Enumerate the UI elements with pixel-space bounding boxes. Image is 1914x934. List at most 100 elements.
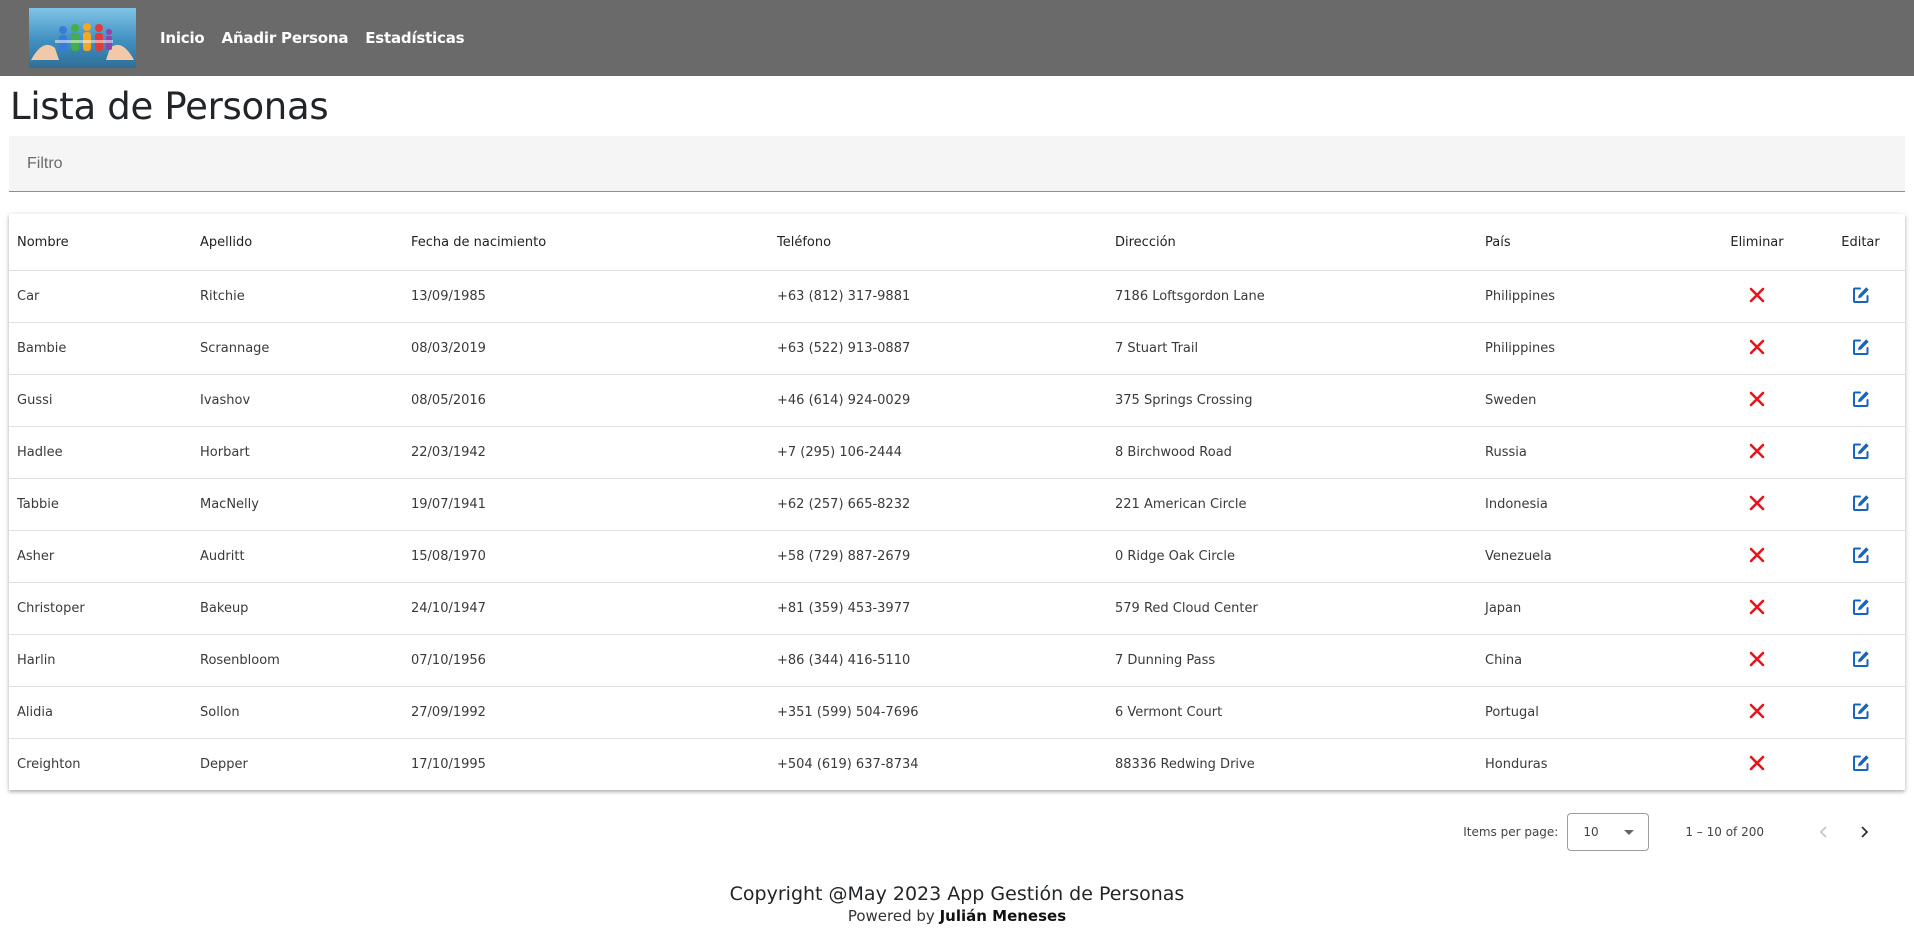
table-row: Tabbie MacNelly 19/07/1941 +62 (257) 665-82…: [9, 478, 1905, 531]
cell-telefono: +58 (729) 887-2679: [769, 530, 1107, 583]
cell-editar: [1816, 739, 1905, 791]
cell-fecha-nacimiento: 27/09/1992: [403, 686, 769, 739]
cell-fecha-nacimiento: 08/03/2019: [403, 322, 769, 375]
cell-direccion: 7 Dunning Pass: [1107, 634, 1477, 687]
edit-icon[interactable]: [1851, 337, 1871, 357]
cell-pais: Venezuela: [1477, 530, 1698, 583]
cell-editar: [1816, 322, 1905, 375]
cell-telefono: +504 (619) 637-8734: [777, 757, 919, 772]
cell-direccion: 579 Red Cloud Center: [1107, 582, 1477, 635]
cell-apellido: Rosenbloom: [192, 634, 403, 687]
edit-icon[interactable]: [1851, 493, 1871, 513]
nav-link-inicio[interactable]: Inicio: [160, 29, 205, 47]
close-icon[interactable]: [1748, 338, 1766, 356]
cell-apellido: Audritt: [192, 530, 403, 583]
close-icon[interactable]: [1748, 650, 1766, 668]
cell-eliminar: [1698, 322, 1816, 375]
cell-nombre: Harlin: [9, 634, 192, 687]
cell-apellido: MacNelly: [192, 478, 403, 531]
cell-nombre: Car: [9, 270, 192, 323]
app-logo[interactable]: [29, 8, 136, 68]
nav-link-anadir-persona[interactable]: Añadir Persona: [222, 29, 349, 47]
cell-eliminar: [1698, 530, 1816, 583]
cell-apellido: Depper: [200, 757, 248, 772]
cell-eliminar: [1698, 634, 1816, 687]
cell-editar: [1816, 270, 1905, 323]
chevron-right-icon: [1861, 826, 1869, 838]
close-icon[interactable]: [1748, 494, 1766, 512]
nav-link-estadisticas[interactable]: Estadísticas: [365, 29, 464, 47]
items-per-page-value: 10: [1583, 825, 1599, 839]
footer-powered-by: Powered by Julián Meneses: [0, 907, 1914, 925]
edit-icon[interactable]: [1851, 649, 1871, 669]
close-icon[interactable]: [1748, 390, 1766, 408]
cell-telefono: +63 (812) 317-9881: [769, 270, 1107, 323]
cell-pais: Sweden: [1477, 374, 1698, 427]
navbar: Inicio Añadir Persona Estadísticas: [0, 0, 1914, 76]
persons-table: Nombre Apellido Fecha de nacimiento Telé…: [9, 214, 1905, 790]
cell-eliminar: [1698, 686, 1816, 739]
cell-apellido: Ivashov: [192, 374, 403, 427]
close-icon[interactable]: [1748, 442, 1766, 460]
items-per-page-select[interactable]: 10: [1567, 813, 1650, 851]
edit-icon[interactable]: [1851, 701, 1871, 721]
table-row: Bambie Scrannage 08/03/2019 +63 (522) 913-0…: [9, 322, 1905, 375]
cell-pais: Philippines: [1477, 270, 1698, 323]
header-eliminar: Eliminar: [1698, 214, 1816, 271]
previous-page-button[interactable]: [1804, 812, 1844, 852]
cell-telefono: +81 (359) 453-3977: [769, 582, 1107, 635]
cell-apellido: Scrannage: [192, 322, 403, 375]
filter-field[interactable]: [9, 136, 1905, 192]
persons-table-card: Nombre Apellido Fecha de nacimiento Telé…: [9, 214, 1905, 790]
cell-telefono: +351 (599) 504-7696: [769, 686, 1107, 739]
cell-editar: [1816, 478, 1905, 531]
cell-nombre: Tabbie: [9, 478, 192, 531]
edit-icon[interactable]: [1851, 545, 1871, 565]
dropdown-caret-icon: [1624, 829, 1635, 835]
table-body: Car Ritchie 13/09/1985 +63 (812) 317-9881 71…: [9, 270, 1905, 791]
cell-pais: Philippines: [1477, 322, 1698, 375]
edit-icon[interactable]: [1851, 597, 1871, 617]
table-row: Car Ritchie 13/09/1985 +63 (812) 317-9881 71…: [9, 270, 1905, 323]
filter-input[interactable]: [25, 153, 1905, 174]
powered-by-prefix: Powered by: [847, 907, 935, 925]
footer: Copyright @May 2023 App Gestión de Perso…: [0, 883, 1914, 925]
cell-nombre: Hadlee: [9, 426, 192, 479]
cell-fecha-nacimiento: 13/09/1985: [403, 270, 769, 323]
cell-apellido: Sollon: [192, 686, 403, 739]
cell-nombre: Christoper: [9, 582, 192, 635]
header-fecha-nacimiento: Fecha de nacimiento: [403, 214, 769, 271]
next-page-button[interactable]: [1844, 812, 1884, 852]
page-range-label: 1 – 10 of 200: [1685, 825, 1764, 839]
cell-telefono: +86 (344) 416-5110: [769, 634, 1107, 687]
close-icon[interactable]: [1748, 546, 1766, 564]
table-row: Alidia Sollon 27/09/1992 +351 (599) 504-769…: [9, 686, 1905, 739]
close-icon[interactable]: [1748, 702, 1766, 720]
table-row: Christoper Bakeup 24/10/1947 +81 (359) 453-…: [9, 582, 1905, 635]
edit-icon[interactable]: [1851, 441, 1871, 461]
paginator: Items per page: 10 1 – 10 of 200: [0, 802, 1914, 862]
table-row: Harlin Rosenbloom 07/10/1956 +86 (344) 416-…: [9, 634, 1905, 687]
edit-icon[interactable]: [1851, 389, 1871, 409]
edit-icon[interactable]: [1851, 285, 1871, 305]
cell-fecha-nacimiento: 07/10/1956: [403, 634, 769, 687]
cell-apellido: Ritchie: [192, 270, 403, 323]
close-icon[interactable]: [1748, 598, 1766, 616]
header-telefono: Teléfono: [769, 214, 1107, 271]
cell-direccion: 0 Ridge Oak Circle: [1107, 530, 1477, 583]
cell-editar: [1816, 582, 1905, 635]
close-icon[interactable]: [1748, 286, 1766, 304]
cell-direccion: 6 Vermont Court: [1107, 686, 1477, 739]
cell-pais: Indonesia: [1477, 478, 1698, 531]
cell-editar: [1816, 426, 1905, 479]
cell-direccion: 7186 Loftsgordon Lane: [1107, 270, 1477, 323]
cell-nombre: Alidia: [9, 686, 192, 739]
cell-telefono: +63 (522) 913-0887: [769, 322, 1107, 375]
edit-icon[interactable]: [1851, 753, 1871, 773]
close-icon[interactable]: [1748, 754, 1766, 772]
cell-nombre: Asher: [9, 530, 192, 583]
author-name: Julián Meneses: [939, 907, 1067, 925]
cell-editar: [1816, 686, 1905, 739]
cell-fecha-nacimiento: 24/10/1947: [403, 582, 769, 635]
cell-editar: [1816, 634, 1905, 687]
